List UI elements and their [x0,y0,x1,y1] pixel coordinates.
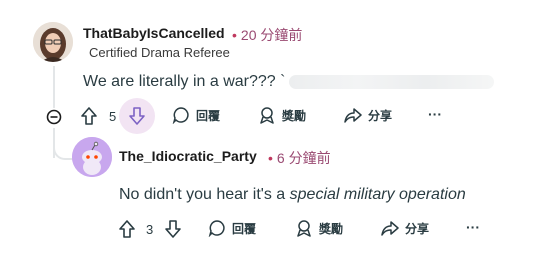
reply-time-text: 6 分鐘前 [276,150,331,166]
upvote-button[interactable] [80,106,98,126]
collapse-minus-icon [46,109,62,125]
reply-upvote-button[interactable] [118,219,136,239]
award-button[interactable]: 獎勵 [258,106,306,124]
reply-share-button[interactable]: 分享 [381,219,429,237]
reply-reply-label: 回覆 [232,221,257,236]
downvote-arrow-icon [129,107,145,125]
share-arrow-icon [344,108,362,123]
user-avatar-photo-icon [33,22,73,62]
vote-score: 5 [109,109,117,124]
award-ribbon-icon [260,107,274,124]
comment-bubble-icon [172,107,189,124]
user-flair: Certified Drama Referee [89,45,230,60]
snoo-avatar-icon [72,137,112,177]
reply-award-label: 獎勵 [319,221,344,236]
award-ribbon-icon [297,220,311,237]
reply-label: 回覆 [196,108,221,123]
downvote-button[interactable] [119,98,155,134]
username[interactable]: ThatBabyIsCancelled [83,25,225,41]
reply-text-plain: No didn't you hear it's a [119,186,290,203]
upvote-arrow-icon [81,107,97,125]
collapse-thread-button[interactable] [45,108,63,126]
reply-reply-button[interactable]: 回覆 [208,219,256,237]
reply-timestamp: • 6 分鐘前 [268,150,331,166]
share-arrow-icon [381,221,399,236]
comment-body: We are literally in a war??? ` [83,73,495,91]
avatar[interactable] [33,22,73,62]
time-text: 20 分鐘前 [240,27,303,43]
comment-text: We are literally in a war??? ` [83,73,286,90]
reply-body: No didn't you hear it's a special milita… [119,186,466,204]
reply-share-label: 分享 [405,221,430,236]
award-label: 獎勵 [282,108,307,123]
reply-award-button[interactable]: 獎勵 [295,219,343,237]
thread-line [53,66,55,108]
share-label: 分享 [368,108,393,123]
more-options-button[interactable]: ··· [428,106,442,122]
reply-button[interactable]: 回覆 [172,106,220,124]
reply-vote-score: 3 [146,222,154,237]
timestamp: • 20 分鐘前 [232,27,303,43]
reply-username[interactable]: The_Idiocratic_Party [119,148,257,164]
reply-avatar[interactable] [72,137,112,177]
comment-bubble-icon [208,220,225,237]
reply-text-italic: special military operation [289,186,466,203]
share-button[interactable]: 分享 [344,106,392,124]
blurred-spoiler-text[interactable] [289,74,495,89]
upvote-arrow-icon [119,220,135,238]
reply-more-options-button[interactable]: ··· [466,219,480,235]
downvote-arrow-icon [165,220,181,238]
reply-downvote-button[interactable] [164,219,182,239]
